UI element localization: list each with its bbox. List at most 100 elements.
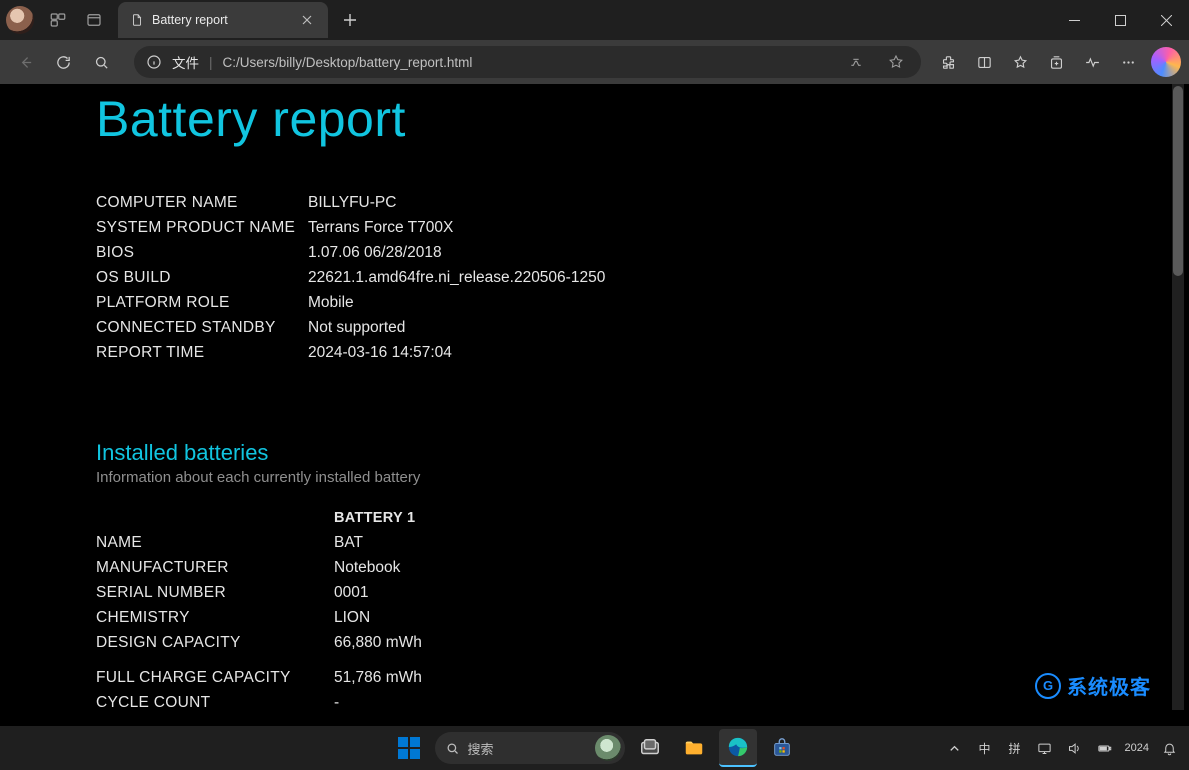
maximize-icon — [1115, 15, 1126, 26]
performance-button[interactable] — [1075, 45, 1109, 79]
info-label: NAME — [96, 534, 334, 552]
address-scheme-label: 文件 — [172, 52, 199, 72]
info-row: CYCLE COUNT- — [96, 694, 1171, 710]
info-row: DESIGN CAPACITY66,880 mWh — [96, 634, 1171, 652]
minimize-icon — [1069, 15, 1080, 26]
window-maximize-button[interactable] — [1097, 0, 1143, 40]
windows-logo-icon — [398, 737, 420, 759]
page-viewport: Battery report COMPUTER NAMEBILLYFU-PCSY… — [6, 84, 1171, 710]
read-aloud-button[interactable] — [841, 47, 871, 77]
puzzle-icon — [940, 54, 957, 71]
close-icon — [1161, 15, 1172, 26]
collections-button[interactable] — [1039, 45, 1073, 79]
info-label: FULL CHARGE CAPACITY — [96, 669, 334, 687]
info-value: Notebook — [334, 559, 400, 577]
address-bar[interactable]: 文件 | C:/Users/billy/Desktop/battery_repo… — [134, 46, 921, 78]
refresh-button[interactable] — [46, 45, 80, 79]
info-value: 51,786 mWh — [334, 669, 422, 687]
info-value: Not supported — [308, 319, 405, 337]
taskbar: 搜索 中 拼 2024 — [0, 726, 1189, 770]
section-title-installed: Installed batteries — [96, 440, 1171, 466]
document-icon — [130, 13, 144, 27]
browser-toolbar: 文件 | C:/Users/billy/Desktop/battery_repo… — [0, 40, 1189, 84]
ime-language-button[interactable]: 中 — [975, 733, 995, 763]
info-row: CHEMISTRYLION — [96, 609, 1171, 627]
taskbar-search[interactable]: 搜索 — [435, 732, 625, 764]
tab-title: Battery report — [152, 13, 228, 27]
profile-avatar[interactable] — [6, 6, 34, 34]
task-view-button[interactable] — [631, 729, 669, 767]
info-row: MANUFACTURERNotebook — [96, 559, 1171, 577]
info-label: CHEMISTRY — [96, 609, 334, 627]
read-aloud-icon — [848, 54, 864, 70]
collections-icon — [1048, 54, 1065, 71]
watermark-text: 系统极客 — [1067, 671, 1151, 700]
monitor-icon — [1037, 741, 1052, 756]
address-separator: | — [209, 55, 213, 70]
info-row: SERIAL NUMBER0001 — [96, 584, 1171, 602]
task-view-icon — [639, 737, 661, 759]
settings-more-button[interactable] — [1111, 45, 1145, 79]
info-label: REPORT TIME — [96, 344, 308, 362]
file-explorer-button[interactable] — [675, 729, 713, 767]
info-value: Mobile — [308, 294, 354, 312]
info-label: COMPUTER NAME — [96, 194, 308, 212]
notifications-button[interactable] — [1159, 733, 1179, 763]
ime-mode-button[interactable]: 拼 — [1005, 733, 1025, 763]
info-value: Terrans Force T700X — [308, 219, 453, 237]
info-value: 66,880 mWh — [334, 634, 422, 652]
browser-tab-active[interactable]: Battery report — [118, 2, 328, 38]
microsoft-store-button[interactable] — [763, 729, 801, 767]
info-label: DESIGN CAPACITY — [96, 634, 334, 652]
favorite-button[interactable] — [881, 47, 911, 77]
close-icon — [302, 15, 312, 25]
info-row: SYSTEM PRODUCT NAMETerrans Force T700X — [96, 219, 1171, 237]
window-close-button[interactable] — [1143, 0, 1189, 40]
window-minimize-button[interactable] — [1051, 0, 1097, 40]
info-value: 0001 — [334, 584, 368, 602]
bell-icon — [1162, 741, 1177, 756]
site-info-icon[interactable] — [146, 54, 162, 70]
heartbeat-icon — [1084, 54, 1101, 71]
scrollbar-thumb[interactable] — [1173, 86, 1183, 276]
info-label: PLATFORM ROLE — [96, 294, 308, 312]
info-row: NAMEBAT — [96, 534, 1171, 552]
star-plus-icon — [1012, 54, 1029, 71]
workspaces-button[interactable] — [40, 2, 76, 38]
favorites-button[interactable] — [1003, 45, 1037, 79]
star-icon — [888, 54, 904, 70]
edge-browser-button[interactable] — [719, 729, 757, 767]
info-label: SERIAL NUMBER — [96, 584, 334, 602]
info-value: - — [334, 694, 339, 710]
tray-year[interactable]: 2024 — [1125, 733, 1149, 763]
tray-battery-button[interactable] — [1095, 733, 1115, 763]
plus-icon — [343, 13, 357, 27]
new-tab-button[interactable] — [334, 4, 366, 36]
info-label: OS BUILD — [96, 269, 308, 287]
tray-network-button[interactable] — [1035, 733, 1055, 763]
watermark: G 系统极客 — [1035, 671, 1151, 700]
copilot-button[interactable] — [1151, 47, 1181, 77]
search-open-button[interactable] — [84, 45, 118, 79]
store-icon — [771, 737, 793, 759]
chevron-up-icon — [947, 741, 962, 756]
info-row: REPORT TIME2024-03-16 14:57:04 — [96, 344, 1171, 362]
folder-icon — [683, 737, 705, 759]
tray-overflow-button[interactable] — [945, 733, 965, 763]
ellipsis-icon — [1120, 54, 1137, 71]
window-titlebar: Battery report — [0, 0, 1189, 40]
info-value: 22621.1.amd64fre.ni_release.220506-1250 — [308, 269, 605, 287]
split-screen-button[interactable] — [967, 45, 1001, 79]
info-label: CONNECTED STANDBY — [96, 319, 308, 337]
start-button[interactable] — [389, 728, 429, 768]
info-row: OS BUILD22621.1.amd64fre.ni_release.2205… — [96, 269, 1171, 287]
tab-actions-button[interactable] — [76, 2, 112, 38]
back-button[interactable] — [8, 45, 42, 79]
tab-close-button[interactable] — [296, 9, 318, 31]
arrow-left-icon — [17, 54, 34, 71]
tray-volume-button[interactable] — [1065, 733, 1085, 763]
info-row: PLATFORM ROLEMobile — [96, 294, 1171, 312]
extensions-button[interactable] — [931, 45, 965, 79]
system-tray: 中 拼 2024 — [945, 733, 1179, 763]
page-title: Battery report — [96, 90, 1171, 148]
